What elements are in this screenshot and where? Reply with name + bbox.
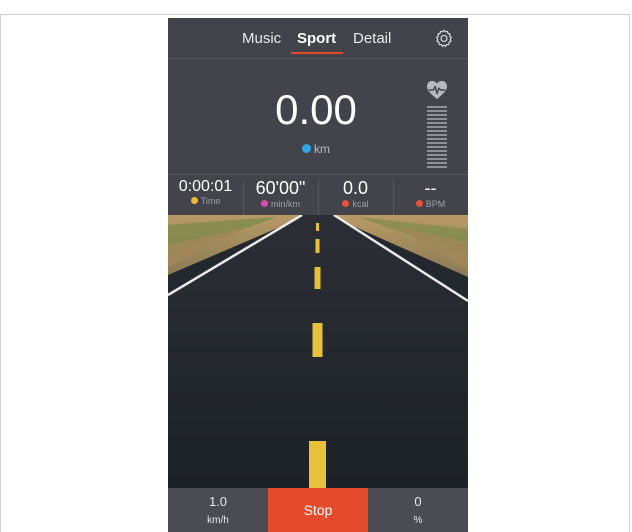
time-dot-icon — [190, 197, 198, 204]
stat-pace-value: 60'00" — [255, 178, 306, 198]
stat-calories-label: kcal — [352, 199, 369, 209]
stat-pace-label: min/km — [271, 199, 300, 209]
pace-dot-icon — [261, 200, 268, 207]
speed-control[interactable]: 1.0 km/h — [168, 488, 268, 532]
control-bar: 1.0 km/h Stop 0 % — [168, 488, 468, 532]
distance-unit-label: km — [314, 142, 330, 156]
header-divider — [168, 58, 468, 59]
tab-music[interactable]: Music — [242, 30, 281, 47]
speed-value: 1.0 — [208, 494, 228, 509]
stat-bpm: -- BPM — [393, 175, 468, 215]
incline-unit: % — [413, 515, 423, 526]
stat-bpm-value: -- — [424, 178, 437, 198]
stat-time-value: 0:00:01 — [178, 178, 233, 195]
road-scene-image — [168, 215, 468, 489]
stat-pace: 60'00" min/km — [243, 175, 318, 215]
active-tab-indicator — [291, 52, 343, 54]
stat-time: 0:00:01 Time — [168, 175, 243, 215]
stat-calories: 0.0 kcal — [318, 175, 393, 215]
stop-button[interactable]: Stop — [268, 488, 368, 532]
gear-icon[interactable] — [434, 28, 454, 48]
tab-detail[interactable]: Detail — [353, 30, 391, 47]
incline-value: 0 — [414, 494, 422, 509]
distance-dot-icon — [302, 144, 311, 153]
distance-value: 0.00 — [275, 86, 357, 133]
incline-control[interactable]: 0 % — [368, 488, 468, 532]
distance-unit: km — [302, 142, 330, 156]
bpm-dot-icon — [415, 200, 423, 207]
tab-sport[interactable]: Sport — [297, 30, 336, 47]
heart-rate-icon — [427, 80, 447, 100]
speed-unit: km/h — [207, 515, 229, 526]
app-screen: Music Sport Detail 0.00 km 0:00:01 Time … — [168, 18, 468, 532]
calories-dot-icon — [342, 200, 350, 207]
stat-calories-value: 0.0 — [342, 178, 369, 198]
top-navigation: Music Sport Detail — [168, 18, 468, 58]
stat-bpm-label: BPM — [425, 199, 446, 209]
stats-row: 0:00:01 Time 60'00" min/km 0.0 kcal -- B… — [168, 174, 468, 215]
heart-rate-level-bars — [427, 106, 447, 170]
stat-time-label: Time — [200, 196, 221, 206]
